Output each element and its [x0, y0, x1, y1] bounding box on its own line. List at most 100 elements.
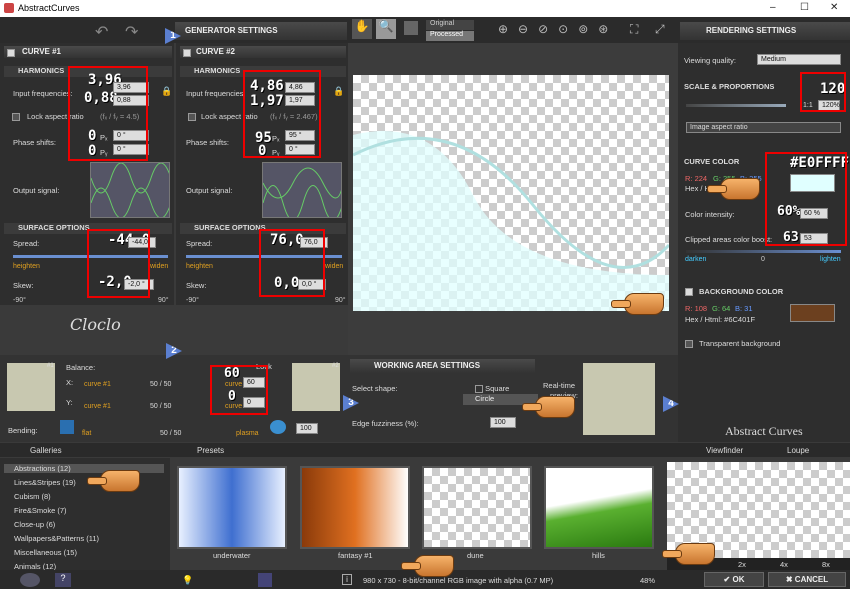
gallery-item[interactable]: Lines&Stripes (19) [14, 478, 76, 487]
status-info: 980 x 730 - 8-bit/channel RGB image with… [363, 576, 554, 585]
gallery-item[interactable]: Miscellaneous (15) [14, 548, 77, 557]
highlight-box-balance [210, 365, 268, 415]
output-label-2: Output signal: [186, 186, 233, 195]
zoom-4x[interactable]: 4x [780, 560, 788, 569]
highlight-box-curve-color [765, 152, 847, 246]
download-icon[interactable] [258, 573, 272, 587]
aspect-select[interactable]: Image aspect ratio [686, 122, 841, 133]
zoom-2x[interactable]: 2x [738, 560, 746, 569]
processed-toggle[interactable]: Processed [426, 31, 474, 41]
gallery-item[interactable]: Abstractions (12) [4, 464, 164, 473]
thumb2-number: #2 [332, 363, 339, 369]
transparent-label: Transparent background [699, 339, 781, 348]
balance-label: Balance: [66, 363, 96, 372]
help-icon[interactable]: ? [55, 573, 71, 587]
balance-x-label: X: [66, 378, 74, 387]
bend-field[interactable]: 100 [296, 423, 318, 434]
realtime-label: Real-time [543, 381, 576, 390]
curve2-checkbox[interactable] [183, 48, 191, 57]
s2-widen: widen [325, 263, 344, 270]
generator-settings-header: GENERATOR SETTINGS [175, 22, 347, 40]
galleries-title[interactable]: Galleries [30, 446, 62, 455]
phase-label-1: Phase shifts: [13, 138, 56, 147]
loupe-title[interactable]: Loupe [787, 446, 809, 455]
realtime-preview [583, 363, 655, 435]
image-icon[interactable] [404, 21, 418, 35]
minimize-button[interactable]: – [770, 2, 776, 13]
gallery-item[interactable]: Close-up (6) [14, 520, 55, 529]
skew-label-1: Skew: [13, 281, 34, 290]
c2-lock-checkbox[interactable] [188, 112, 196, 122]
pointing-hand-icon [662, 543, 715, 565]
undo-icon[interactable]: ↶ [95, 22, 108, 42]
quality-label: Viewing quality: [684, 56, 736, 65]
c2-lock-icon[interactable]: 🔒 [333, 86, 344, 97]
clip-slider[interactable] [686, 250, 841, 253]
highlight-box-scale [800, 72, 846, 112]
curve2-thumbnail[interactable] [292, 363, 340, 411]
app-icon [4, 3, 14, 13]
clipped-label: Clipped areas color boost: [685, 235, 773, 244]
bulb-icon[interactable]: 💡 [182, 575, 193, 586]
bg-hex: Hex / Html: #6C401F [685, 315, 756, 324]
preview-canvas[interactable] [353, 75, 669, 311]
toolbar-icons[interactable]: ⊕⊖⊘⊙⊚⊛ [498, 22, 618, 36]
pointing-hand-icon [87, 470, 140, 492]
preset-thumb[interactable] [422, 466, 532, 549]
s1-pos90: 90° [158, 297, 169, 304]
curve1-thumbnail[interactable] [7, 363, 55, 411]
viewfinder-title[interactable]: Viewfinder [706, 446, 743, 455]
scale-slider[interactable] [686, 104, 786, 107]
redo-icon[interactable]: ↷ [125, 22, 138, 42]
shape-label: Select shape: [352, 384, 398, 393]
settings-gear-icon[interactable] [20, 573, 40, 587]
quality-select[interactable]: Medium [757, 54, 841, 65]
skew-label-2: Skew: [186, 281, 207, 290]
preset-thumb[interactable] [544, 466, 654, 549]
fit-icon[interactable]: ⤢ [655, 22, 665, 37]
working-area-header: WORKING AREA SETTINGS [350, 359, 535, 373]
window-titlebar: AbstractCurves – ☐ ✕ [0, 0, 850, 17]
bx-value: 50 / 50 [150, 381, 172, 388]
bg-color-label: BACKGROUND COLOR [699, 287, 784, 296]
zoom-tool-icon[interactable]: 🔍 [376, 19, 396, 39]
close-button[interactable]: ✕ [830, 2, 838, 13]
phase-label-2: Phase shifts: [186, 138, 229, 147]
preset-thumb[interactable] [177, 466, 287, 549]
s1-widen: widen [150, 263, 169, 270]
preset-name: dune [467, 551, 484, 560]
s2-pos90: 90° [335, 297, 346, 304]
fuzz-field[interactable]: 100 [490, 417, 516, 428]
app-logo: Abstract Curves [725, 424, 803, 438]
gallery-item[interactable]: Wallpapers&Patterns (11) [14, 534, 99, 543]
zoom-8x[interactable]: 8x [822, 560, 830, 569]
plasma-icon [270, 420, 286, 434]
s2-heighten: heighten [186, 263, 213, 270]
fullscreen-icon[interactable]: ⛶ [630, 22, 638, 37]
bg-color-checkbox[interactable] [685, 287, 693, 296]
info-icon[interactable]: i [342, 574, 352, 585]
c1-lock-icon[interactable]: 🔒 [161, 86, 172, 97]
pointing-hand-icon [707, 178, 760, 200]
clip-darken: darken [685, 256, 707, 263]
transparent-checkbox[interactable] [685, 339, 693, 348]
square-option[interactable]: Square [475, 384, 509, 394]
preset-thumb[interactable] [300, 466, 410, 549]
curve-color-section: CURVE COLOR [684, 157, 740, 166]
gallery-item[interactable]: Fire&Smoke (7) [14, 506, 67, 515]
highlight-box-c2-harmonics [243, 70, 321, 158]
rendering-settings-header: RENDERING SETTINGS [680, 22, 850, 40]
maximize-button[interactable]: ☐ [800, 2, 809, 13]
original-toggle[interactable]: Original [426, 20, 474, 30]
scale-section: SCALE & PROPORTIONS [684, 82, 775, 91]
ok-button[interactable]: ✔ OK [704, 572, 764, 587]
s1-neg90: -90° [13, 297, 26, 304]
cancel-button[interactable]: ✖ CANCEL [768, 572, 846, 587]
bg-color-swatch[interactable] [790, 304, 835, 322]
presets-title[interactable]: Presets [197, 446, 224, 455]
c1-lock-checkbox[interactable] [12, 112, 20, 122]
gallery-item[interactable]: Cubism (8) [14, 492, 51, 501]
hand-tool-icon[interactable]: ✋ [352, 19, 372, 39]
c1-output-graph [90, 162, 170, 218]
curve1-checkbox[interactable] [7, 48, 15, 57]
